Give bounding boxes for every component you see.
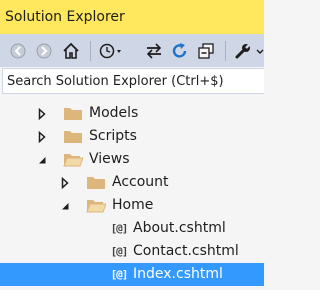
- folder-icon: [85, 172, 107, 192]
- tree-item-label: About.cshtml: [133, 220, 226, 236]
- chevron-right-icon: [61, 176, 69, 189]
- chevron-expanded-icon: [62, 202, 69, 209]
- wrench-icon: [235, 41, 252, 58]
- clock-icon: [99, 43, 121, 58]
- properties-button[interactable]: [232, 38, 254, 63]
- tree-item-label: Home: [112, 197, 154, 213]
- tree-item-label: Index.cshtml: [133, 266, 223, 282]
- tree-item-account[interactable]: Account: [0, 171, 264, 194]
- folder-icon: [62, 103, 84, 123]
- collapse-all-icon: [198, 42, 214, 59]
- chevron-right-icon: [38, 107, 46, 120]
- chevron-expanded-icon: [39, 156, 46, 163]
- toolbar-separator: [90, 41, 91, 61]
- razor-file-icon: [@]: [108, 241, 130, 261]
- razor-file-icon: [@]: [108, 264, 130, 284]
- home-icon: [63, 42, 79, 59]
- tree-item-label: Contact.cshtml: [133, 243, 239, 259]
- arrow-right-circle-icon: [36, 43, 52, 58]
- expand-arrow[interactable]: [59, 171, 71, 194]
- search-placeholder: Search Solution Explorer (Ctrl+$): [7, 73, 224, 89]
- back-button[interactable]: [8, 38, 28, 63]
- collapse-all-button[interactable]: [195, 38, 217, 63]
- tree-item-views[interactable]: Views: [0, 148, 264, 171]
- search-input[interactable]: Search Solution Explorer (Ctrl+$): [2, 68, 264, 94]
- tree-item-contact-cshtml[interactable]: [@] Contact.cshtml: [0, 240, 264, 263]
- tree-item-label: Scripts: [89, 128, 137, 144]
- tree-item-home[interactable]: Home: [0, 194, 264, 217]
- razor-file-icon-text: [@]: [110, 244, 129, 258]
- folder-open-icon: [85, 195, 107, 215]
- refresh-icon: [172, 42, 187, 58]
- razor-file-icon: [@]: [108, 218, 130, 238]
- window-title: Solution Explorer: [5, 9, 125, 25]
- title-bar: Solution Explorer: [0, 0, 264, 34]
- tree-item-label: Models: [89, 105, 139, 121]
- collapse-arrow[interactable]: [36, 148, 48, 171]
- forward-button[interactable]: [34, 38, 54, 63]
- toolbar: [0, 34, 264, 67]
- tree-item-models[interactable]: Models: [0, 102, 264, 125]
- tree-item-label: Account: [112, 174, 169, 190]
- folder-icon: [62, 126, 84, 146]
- sync-arrows-icon: [146, 42, 162, 59]
- razor-file-icon-text: [@]: [110, 221, 129, 235]
- tree-item-label: Views: [89, 151, 130, 167]
- chevron-down-icon: [256, 49, 264, 54]
- tree-item-scripts[interactable]: Scripts: [0, 125, 264, 148]
- expand-arrow[interactable]: [36, 125, 48, 148]
- pending-changes-filter-button[interactable]: [96, 38, 128, 63]
- home-button[interactable]: [60, 38, 82, 63]
- toolbar-separator: [225, 41, 226, 61]
- expand-arrow[interactable]: [36, 102, 48, 125]
- razor-file-icon-text: [@]: [110, 267, 129, 281]
- toolbar-overflow[interactable]: [256, 38, 264, 63]
- tree-item-index-cshtml[interactable]: [@] Index.cshtml: [0, 263, 264, 286]
- tree-item-about-cshtml[interactable]: [@] About.cshtml: [0, 217, 264, 240]
- arrow-left-circle-icon: [10, 43, 26, 58]
- folder-open-icon: [62, 149, 84, 169]
- sync-with-active-document-button[interactable]: [143, 38, 165, 63]
- chevron-right-icon: [38, 130, 46, 143]
- collapse-arrow[interactable]: [59, 194, 71, 217]
- refresh-button[interactable]: [169, 38, 191, 63]
